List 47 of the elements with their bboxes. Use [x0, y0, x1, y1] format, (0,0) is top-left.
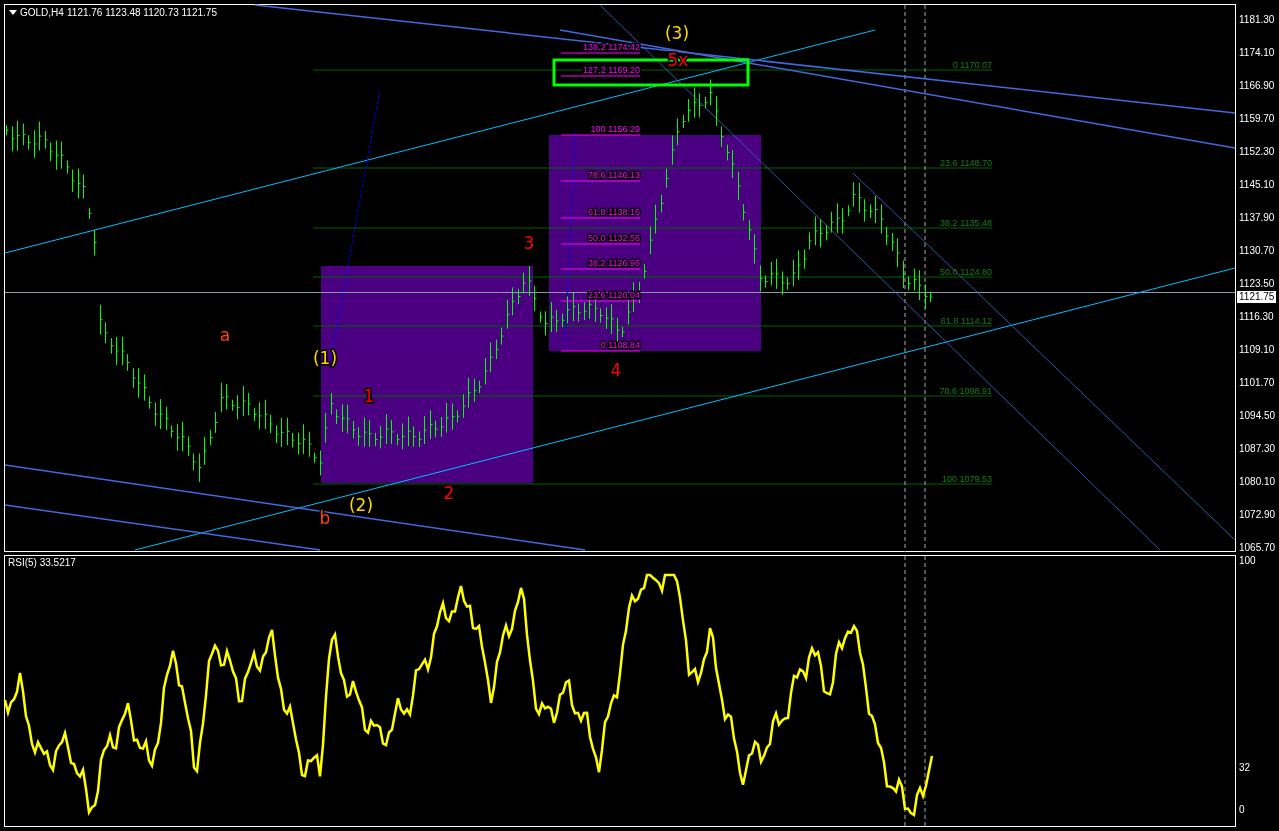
price-tick-label: 1087.30	[1239, 443, 1277, 455]
fib-level-label: 38.2 1135.48	[940, 218, 992, 228]
price-tick-label: 1080.10	[1239, 476, 1277, 488]
fib-level-label: 78.6 1146.13	[588, 170, 640, 180]
price-tick-label: 1109.10	[1239, 344, 1276, 356]
price-tick-label: 1116.30	[1239, 311, 1275, 323]
fib-level-label: 0 1170.07	[952, 60, 992, 70]
price-tick-label: 1130.70	[1239, 245, 1276, 257]
wave-label: (3)	[664, 23, 690, 43]
fib-level-label: 78.6 1098.91	[939, 386, 992, 396]
price-tick-label: 1166.90	[1239, 80, 1276, 92]
current-price-label: 1121.75	[1237, 291, 1277, 303]
fib-level-label: 38.2 1126.96	[588, 258, 640, 268]
price-tick-label: 1101.70	[1239, 377, 1276, 389]
wave-label: (2)	[348, 495, 374, 515]
fib-level-label: 0 1108.84	[600, 340, 640, 350]
fib-level-label: 50.0 1132.56	[588, 233, 640, 243]
dropdown-triangle-icon[interactable]	[9, 10, 17, 15]
fib-level-label: 50.0 1124.80	[940, 267, 992, 277]
fib-level-label: 61.8 1114.12	[940, 316, 992, 326]
price-tick-label: 1159.70	[1239, 113, 1276, 125]
fib-level-label: 100 1079.53	[941, 474, 992, 484]
price-tick-label: 1137.90	[1239, 212, 1276, 224]
price-tick-label: 1094.50	[1239, 410, 1277, 422]
rsi-tick-label: 100	[1239, 555, 1257, 567]
wave-label: 2	[443, 483, 455, 503]
fib-level-label: 23.6 1148.70	[940, 158, 992, 168]
rsi-title: RSI(5) 33.5217	[8, 557, 76, 568]
rsi-tick-label: 32	[1239, 762, 1252, 774]
price-tick-label: 1145.10	[1239, 179, 1276, 191]
fib-level-label: 100 1156.29	[590, 124, 640, 134]
price-tick-label: 1123.50	[1239, 278, 1276, 290]
fib-level-label: 127.2 1169.20	[583, 65, 640, 75]
price-tick-label: 1072.90	[1239, 509, 1277, 521]
price-tick-label: 1065.70	[1239, 542, 1277, 554]
price-tick-label: 1181.30	[1239, 14, 1276, 26]
price-tick-label: 1152.30	[1239, 146, 1276, 158]
wave-label: 1	[363, 386, 375, 406]
fib-level-label: 61.8 1138.16	[588, 207, 640, 217]
wave-label: b	[319, 508, 331, 528]
price-tick-label: 1174.10	[1239, 47, 1276, 59]
ohlc-values: 1121.76 1123.48 1120.73 1121.75	[67, 7, 217, 18]
rsi-tick-label: 0	[1239, 804, 1246, 816]
wave-label: 3	[523, 233, 535, 253]
wave-label: 4	[610, 360, 622, 380]
wave-label: a	[219, 325, 231, 345]
symbol-label: GOLD,H4	[20, 7, 64, 18]
